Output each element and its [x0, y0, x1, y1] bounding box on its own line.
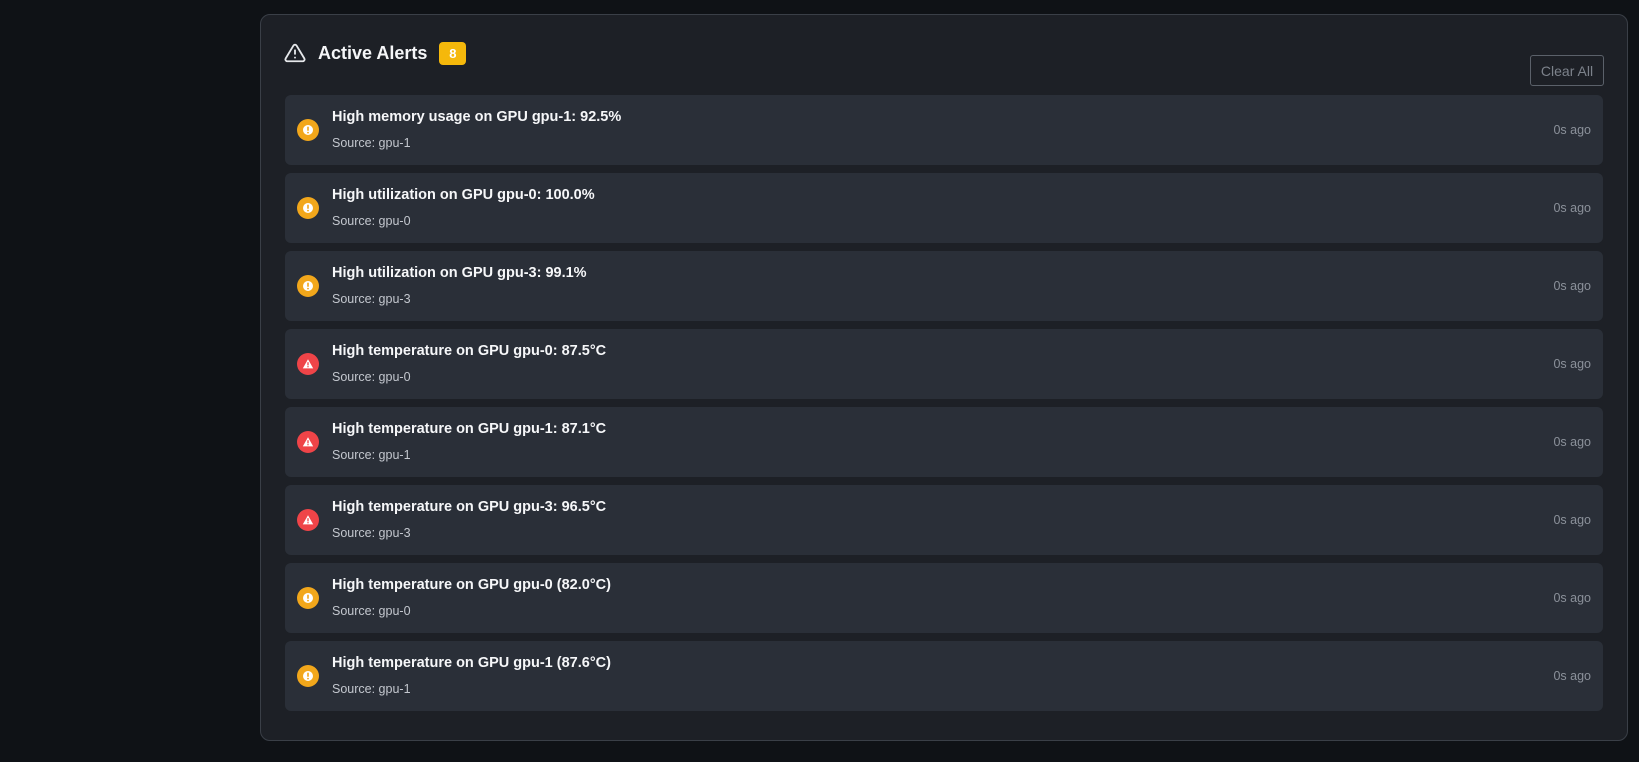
alert-item[interactable]: High temperature on GPU gpu-1 (87.6°C) S…	[285, 641, 1603, 711]
info-circle-icon	[297, 665, 319, 687]
alert-item[interactable]: High temperature on GPU gpu-3: 96.5°C So…	[285, 485, 1603, 555]
info-circle-icon	[297, 275, 319, 297]
panel-header: Active Alerts 8 Clear All	[284, 39, 1604, 86]
alert-source: Source: gpu-0	[332, 214, 411, 228]
alert-item[interactable]: High temperature on GPU gpu-0: 87.5°C So…	[285, 329, 1603, 399]
alert-time: 0s ago	[1553, 513, 1591, 527]
alert-source: Source: gpu-0	[332, 604, 411, 618]
alert-message: High memory usage on GPU gpu-1: 92.5%	[332, 109, 622, 125]
alert-item[interactable]: High memory usage on GPU gpu-1: 92.5% So…	[285, 95, 1603, 165]
alerts-panel: Active Alerts 8 Clear All High memory us…	[260, 14, 1628, 741]
alert-time: 0s ago	[1553, 591, 1591, 605]
warning-triangle-icon	[284, 42, 306, 64]
warning-triangle-icon	[297, 353, 319, 375]
alert-time: 0s ago	[1553, 357, 1591, 371]
alert-item[interactable]: High utilization on GPU gpu-3: 99.1% Sou…	[285, 251, 1603, 321]
alert-message: High temperature on GPU gpu-0: 87.5°C	[332, 343, 607, 359]
alert-source: Source: gpu-1	[332, 448, 411, 462]
page-title: Active Alerts	[318, 42, 428, 63]
alert-message: High utilization on GPU gpu-3: 99.1%	[332, 265, 587, 281]
alert-source: Source: gpu-0	[332, 370, 411, 384]
alert-count-badge: 8	[439, 41, 467, 65]
alert-message: High utilization on GPU gpu-0: 100.0%	[332, 187, 595, 203]
alert-time: 0s ago	[1553, 669, 1591, 683]
alert-time: 0s ago	[1553, 279, 1591, 293]
alert-item[interactable]: High temperature on GPU gpu-0 (82.0°C) S…	[285, 563, 1603, 633]
alert-item[interactable]: High temperature on GPU gpu-1: 87.1°C So…	[285, 407, 1603, 477]
alert-list: High memory usage on GPU gpu-1: 92.5% So…	[285, 95, 1603, 719]
alert-source: Source: gpu-1	[332, 136, 411, 150]
alert-source: Source: gpu-3	[332, 292, 411, 306]
header-title-group: Active Alerts 8	[284, 39, 467, 67]
alert-message: High temperature on GPU gpu-0 (82.0°C)	[332, 577, 611, 593]
alert-source: Source: gpu-1	[332, 682, 411, 696]
alert-item[interactable]: High utilization on GPU gpu-0: 100.0% So…	[285, 173, 1603, 243]
alert-message: High temperature on GPU gpu-1: 87.1°C	[332, 421, 607, 437]
info-circle-icon	[297, 197, 319, 219]
alert-time: 0s ago	[1553, 123, 1591, 137]
warning-triangle-icon	[297, 431, 319, 453]
alert-time: 0s ago	[1553, 435, 1591, 449]
info-circle-icon	[297, 587, 319, 609]
alert-message: High temperature on GPU gpu-1 (87.6°C)	[332, 655, 611, 671]
alert-time: 0s ago	[1553, 201, 1591, 215]
alert-message: High temperature on GPU gpu-3: 96.5°C	[332, 499, 607, 515]
alert-source: Source: gpu-3	[332, 526, 411, 540]
clear-all-button[interactable]: Clear All	[1530, 55, 1604, 86]
info-circle-icon	[297, 119, 319, 141]
warning-triangle-icon	[297, 509, 319, 531]
